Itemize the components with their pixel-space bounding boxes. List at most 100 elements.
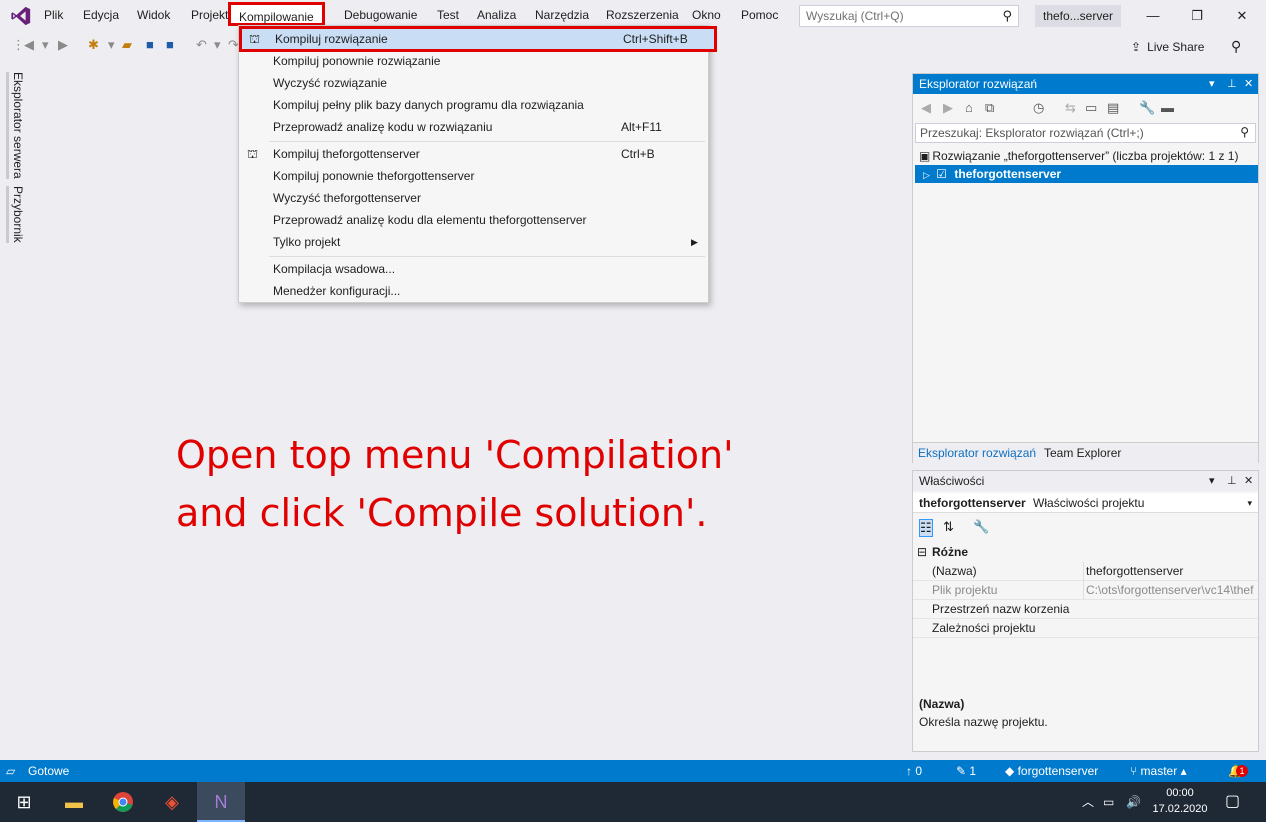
- minimize-icon[interactable]: —: [1144, 7, 1162, 25]
- visual-studio-logo-icon[interactable]: [10, 5, 32, 27]
- collapse-icon[interactable]: ⊟: [917, 543, 927, 562]
- menu-item-clean-solution[interactable]: Wyczyść rozwiązanie: [239, 72, 708, 94]
- menu-item-rebuild-project[interactable]: Kompiluj ponownie theforgottenserver: [239, 165, 708, 187]
- menu-item-build-project[interactable]: ⛫ Kompiluj theforgottenserver Ctrl+B: [239, 143, 708, 165]
- solution-name-badge[interactable]: thefo...server: [1035, 5, 1121, 27]
- build-menu-dropdown: ⛫ Kompiluj rozwiązanie Ctrl+Shift+B Komp…: [238, 25, 717, 303]
- close-icon[interactable]: ✕: [1244, 471, 1253, 491]
- back-icon[interactable]: ◀: [921, 100, 931, 116]
- live-share-button[interactable]: ⇪ Live Share: [1131, 40, 1204, 54]
- menu-narzedzia[interactable]: Narzędzia: [535, 8, 589, 22]
- menu-projekt[interactable]: Projekt: [191, 8, 228, 22]
- menu-item-rebuild-solution[interactable]: Kompiluj ponownie rozwiązanie: [239, 50, 708, 72]
- menu-rozszerzenia[interactable]: Rozszerzenia: [606, 8, 679, 22]
- tab-toolbox[interactable]: Przybornik: [6, 186, 25, 243]
- tab-server-explorer[interactable]: Eksplorator serwera: [6, 72, 25, 179]
- file-explorer-icon[interactable]: ▬: [50, 782, 98, 822]
- sync-icon[interactable]: ⇆: [1065, 100, 1076, 116]
- volume-icon[interactable]: 🔊: [1126, 782, 1141, 822]
- left-tool-tabs: Eksplorator serwera Przybornik: [0, 64, 25, 764]
- maximize-icon[interactable]: ❐: [1188, 7, 1206, 25]
- property-row[interactable]: Plik projektu C:\ots\forgottenserver\vc1…: [913, 581, 1258, 600]
- tray-chevron-up-icon[interactable]: ︿: [1082, 782, 1094, 822]
- properties-object-selector[interactable]: theforgottenserver Właściwości projektu …: [913, 493, 1258, 513]
- visual-studio-taskbar-icon[interactable]: N: [197, 782, 245, 822]
- property-row[interactable]: Zależności projektu: [913, 619, 1258, 638]
- tree-item-solution[interactable]: ▣ Rozwiązanie „theforgottenserver” (liczb…: [915, 147, 1258, 165]
- network-icon[interactable]: ▭: [1103, 782, 1114, 822]
- branch-selector[interactable]: ⑂ master ▴: [1130, 760, 1187, 782]
- menu-analiza[interactable]: Analiza: [477, 8, 516, 22]
- switch-views-icon[interactable]: ⧉: [985, 100, 994, 116]
- repository-selector[interactable]: ◆ forgottenserver: [1005, 760, 1098, 782]
- panel-menu-icon[interactable]: ▾: [1209, 471, 1215, 491]
- menu-edycja[interactable]: Edycja: [83, 8, 119, 22]
- status-text: Gotowe: [28, 764, 70, 778]
- dropdown-arrow-icon[interactable]: ▾: [42, 37, 49, 53]
- close-icon[interactable]: ✕: [1244, 74, 1253, 94]
- chrome-icon[interactable]: [99, 782, 147, 822]
- solution-icon: ▣: [919, 149, 931, 163]
- preview-icon[interactable]: ▬: [1161, 100, 1174, 115]
- dropdown-arrow-icon[interactable]: ▾: [108, 37, 115, 53]
- system-clock[interactable]: 00:00 17.02.2020: [1152, 785, 1208, 817]
- categorized-icon[interactable]: ☷: [919, 519, 933, 537]
- windows-start-icon[interactable]: ⊞: [0, 782, 48, 822]
- action-center-icon[interactable]: ▢: [1225, 782, 1240, 822]
- save-all-icon[interactable]: ■: [166, 37, 174, 52]
- menu-item-clean-project[interactable]: Wyczyść theforgottenserver: [239, 187, 708, 209]
- save-icon[interactable]: ■: [146, 37, 154, 52]
- property-pages-icon[interactable]: 🔧: [973, 519, 989, 535]
- new-project-icon[interactable]: ✱: [88, 37, 99, 53]
- property-category[interactable]: ⊟ Różne: [913, 543, 1258, 562]
- unpushed-commits[interactable]: ↑ 0: [906, 760, 922, 782]
- close-icon[interactable]: ✕: [1233, 7, 1251, 25]
- sort-alphabetical-icon[interactable]: ⇅: [943, 519, 954, 535]
- pending-changes[interactable]: ✎ 1: [956, 760, 976, 782]
- menu-item-batch-build[interactable]: Kompilacja wsadowa...: [239, 258, 708, 280]
- menu-test[interactable]: Test: [437, 8, 459, 22]
- panel-menu-icon[interactable]: ▾: [1209, 74, 1215, 94]
- menu-item-project-only[interactable]: Tylko projekt ▶: [239, 231, 708, 253]
- menu-okno[interactable]: Okno: [692, 8, 721, 22]
- menu-kompilowanie[interactable]: Kompilowanie: [228, 2, 325, 26]
- menu-plik[interactable]: Plik: [44, 8, 63, 22]
- show-all-files-icon[interactable]: ▤: [1107, 100, 1119, 116]
- output-window-icon[interactable]: ▱: [6, 760, 15, 782]
- properties-wrench-icon[interactable]: 🔧: [1139, 100, 1155, 116]
- pin-icon[interactable]: ⊥: [1227, 74, 1237, 94]
- forward-icon[interactable]: ▶: [943, 100, 953, 116]
- menu-item-build-full-pdb[interactable]: Kompiluj pełny plik bazy danych programu…: [239, 94, 708, 116]
- open-file-icon[interactable]: ▰: [122, 37, 132, 53]
- navigate-back-icon[interactable]: ◀: [24, 37, 34, 53]
- home-icon[interactable]: ⌂: [965, 100, 973, 115]
- build-icon: ⛫: [247, 147, 259, 161]
- property-row[interactable]: (Nazwa) theforgottenserver: [913, 562, 1258, 581]
- menu-item-build-solution[interactable]: ⛫ Kompiluj rozwiązanie Ctrl+Shift+B: [239, 26, 717, 52]
- properties-panel: Właściwości ▾ ⊥ ✕ theforgottenserver Wła…: [912, 470, 1259, 752]
- property-description-title: (Nazwa): [919, 697, 965, 711]
- tab-solution-explorer[interactable]: Eksplorator rozwiązań: [918, 446, 1036, 460]
- menu-debugowanie[interactable]: Debugowanie: [344, 8, 417, 22]
- notifications-bell-icon[interactable]: 🔔1: [1228, 760, 1248, 782]
- tree-item-project[interactable]: ▷ ☑ theforgottenserver: [915, 165, 1258, 183]
- menu-item-analyze-solution[interactable]: Przeprowadź analizę kodu w rozwiązaniu A…: [239, 116, 708, 138]
- collapse-all-icon[interactable]: ▭: [1085, 100, 1097, 116]
- expand-arrow-icon[interactable]: ▷: [923, 170, 930, 180]
- dropdown-arrow-icon[interactable]: ▾: [214, 37, 221, 53]
- property-row[interactable]: Przestrzeń nazw korzenia: [913, 600, 1258, 619]
- menu-pomoc[interactable]: Pomoc: [741, 8, 778, 22]
- menu-separator: [269, 256, 705, 257]
- menu-widok[interactable]: Widok: [137, 8, 170, 22]
- solution-explorer-search-input[interactable]: Przeszukaj: Eksplorator rozwiązań (Ctrl+…: [915, 123, 1256, 143]
- undo-icon[interactable]: ↶: [196, 37, 207, 53]
- pending-changes-icon[interactable]: ◷: [1033, 100, 1044, 116]
- pin-icon[interactable]: ⊥: [1227, 471, 1237, 491]
- feedback-icon[interactable]: ⚲: [1231, 38, 1241, 55]
- tab-team-explorer[interactable]: Team Explorer: [1044, 446, 1121, 460]
- navigate-forward-icon[interactable]: ▶: [58, 37, 68, 53]
- global-search-input[interactable]: Wyszukaj (Ctrl+Q) ⚲: [799, 5, 1019, 27]
- git-client-icon[interactable]: ◈: [148, 782, 196, 822]
- menu-item-analyze-project[interactable]: Przeprowadź analizę kodu dla elementu th…: [239, 209, 708, 231]
- menu-item-configuration-manager[interactable]: Menedżer konfiguracji...: [239, 280, 708, 302]
